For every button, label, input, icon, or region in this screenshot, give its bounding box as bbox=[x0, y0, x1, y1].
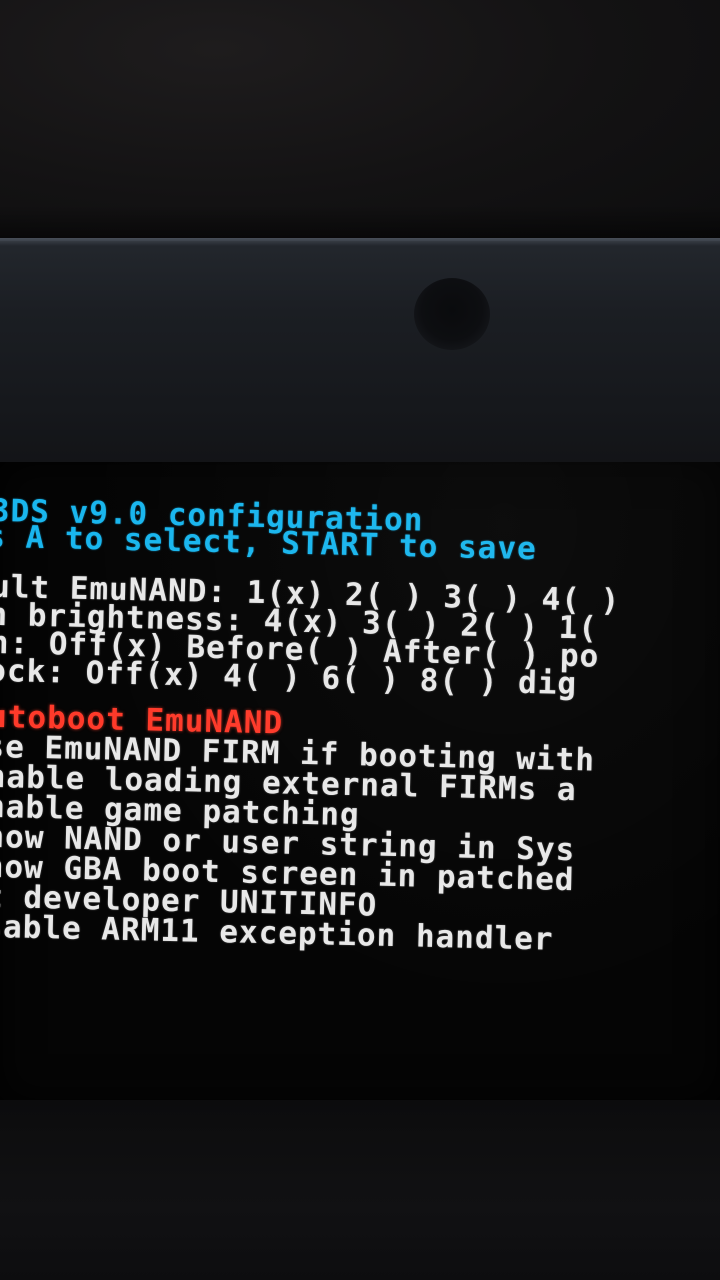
bezel-edge bbox=[0, 238, 720, 246]
config-menu: 3DS v9.0 configuration s A to select, ST… bbox=[0, 462, 720, 998]
console-bezel bbox=[0, 238, 720, 476]
toggle-arm11-exception-handler[interactable]: sable ARM11 exception handler bbox=[0, 909, 554, 958]
background-wall bbox=[0, 0, 720, 245]
photo: 3DS v9.0 configuration s A to select, ST… bbox=[0, 0, 720, 1280]
camera-lens-icon bbox=[414, 278, 490, 350]
lower-bezel bbox=[0, 1100, 720, 1280]
menu-instructions: s A to select, START to save bbox=[0, 518, 538, 568]
